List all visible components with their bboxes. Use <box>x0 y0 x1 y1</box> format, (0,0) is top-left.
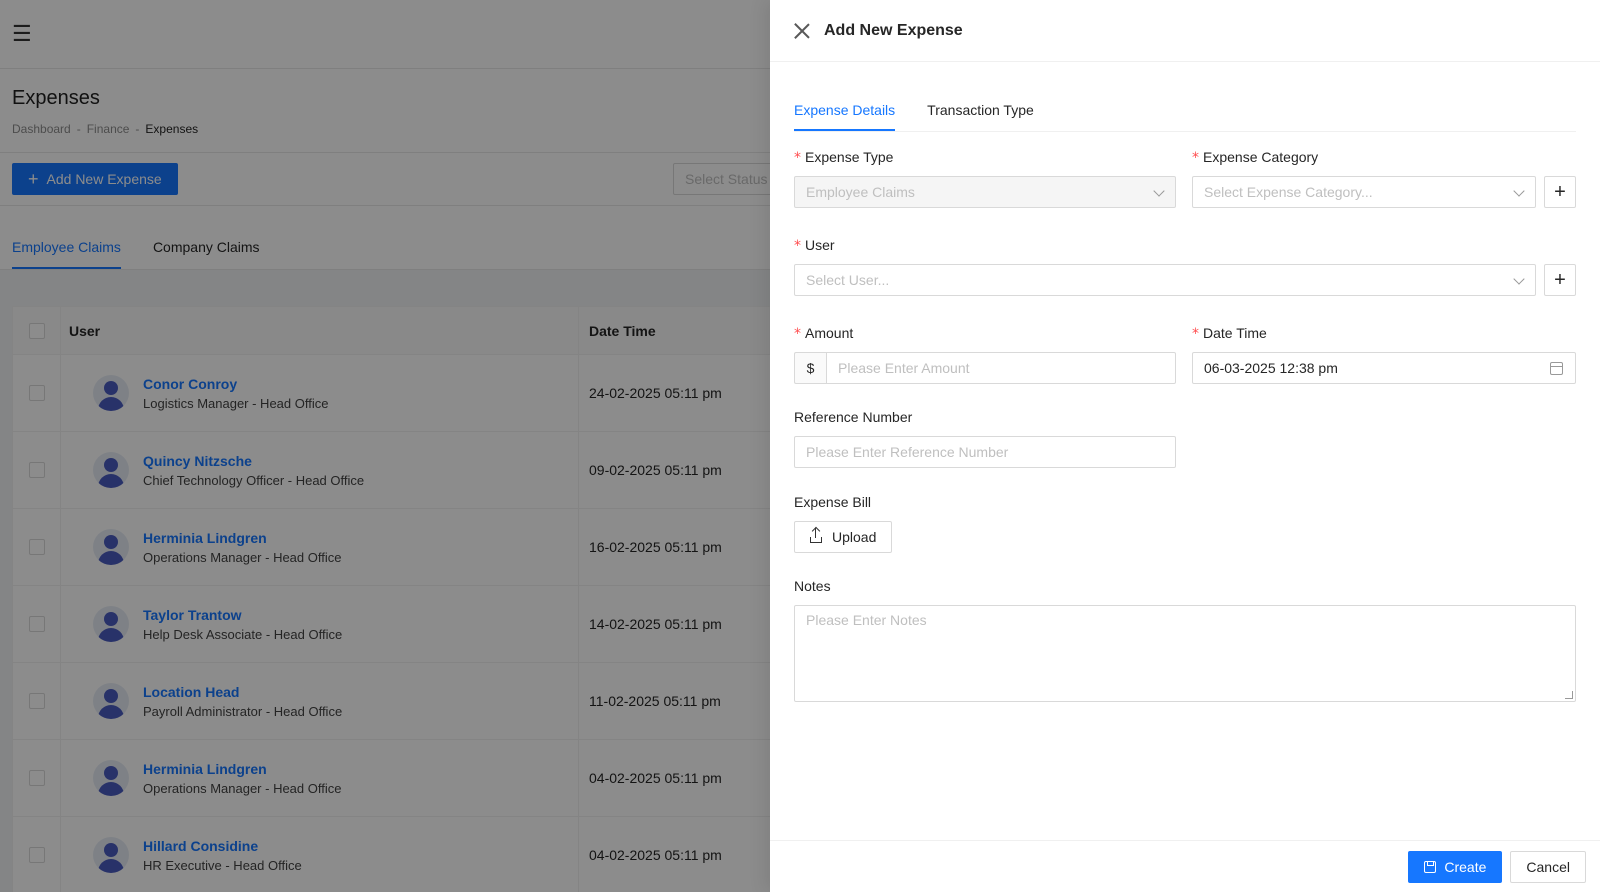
close-icon[interactable] <box>794 23 810 39</box>
expense-bill-label: Expense Bill <box>794 494 872 510</box>
amount-input[interactable]: Please Enter Amount <box>826 352 1176 384</box>
drawer-header: Add New Expense <box>770 0 1600 62</box>
date-time-field: * Date Time 06-03-2025 12:38 pm <box>1192 322 1576 384</box>
plus-icon: + <box>1554 180 1566 203</box>
upload-button[interactable]: Upload <box>794 521 893 553</box>
date-time-label: * Date Time <box>1192 325 1267 342</box>
amount-label: * Amount <box>794 325 854 342</box>
reference-number-field: Reference Number Please Enter Reference … <box>794 406 1176 468</box>
amount-field: * Amount $ Please Enter Amount <box>794 322 1176 384</box>
drawer-title: Add New Expense <box>824 21 963 39</box>
expense-category-select[interactable]: Select Expense Category... <box>1192 176 1536 208</box>
date-time-picker[interactable]: 06-03-2025 12:38 pm <box>1192 352 1576 384</box>
form-tabs: Expense Details Transaction Type <box>794 62 1576 132</box>
expense-type-field: * Expense Type Employee Claims <box>794 146 1176 208</box>
drawer-footer: Create Cancel <box>770 840 1600 892</box>
notes-field: Notes Please Enter Notes <box>794 575 1576 702</box>
plus-icon: + <box>1554 268 1566 291</box>
expense-category-field: * Expense Category Select Expense Categor… <box>1192 146 1536 208</box>
currency-prefix: $ <box>794 352 826 384</box>
chevron-down-icon <box>1513 273 1525 285</box>
notes-textarea[interactable]: Please Enter Notes <box>794 605 1576 702</box>
resize-handle-icon[interactable] <box>1565 691 1573 699</box>
user-field: * User Select User... <box>794 234 1536 296</box>
cancel-button[interactable]: Cancel <box>1510 850 1586 883</box>
drawer-body: Expense Details Transaction Type <box>770 62 1600 132</box>
expense-category-label: * Expense Category <box>1192 149 1319 166</box>
notes-label: Notes <box>794 578 831 594</box>
save-icon <box>1424 860 1437 873</box>
add-user-button[interactable]: + <box>1544 264 1576 296</box>
user-label: * User <box>794 237 835 254</box>
expense-type-select[interactable]: Employee Claims <box>794 176 1176 208</box>
reference-number-input[interactable]: Please Enter Reference Number <box>794 436 1176 468</box>
tab-transaction-type[interactable]: Transaction Type <box>927 102 1034 131</box>
reference-number-label: Reference Number <box>794 409 913 425</box>
chevron-down-icon <box>1153 185 1165 197</box>
user-select[interactable]: Select User... <box>794 264 1536 296</box>
add-expense-category-button[interactable]: + <box>1544 176 1576 208</box>
upload-icon <box>810 528 822 543</box>
add-expense-drawer: Add New Expense Expense Details Transact… <box>770 0 1600 892</box>
amount-input-group: $ Please Enter Amount <box>794 352 1176 384</box>
tab-expense-details[interactable]: Expense Details <box>794 102 896 131</box>
expense-type-label: * Expense Type <box>794 149 894 166</box>
create-button[interactable]: Create <box>1408 850 1503 883</box>
expense-bill-field: Expense Bill Upload <box>794 491 1176 553</box>
calendar-icon <box>1550 362 1563 375</box>
chevron-down-icon <box>1513 185 1525 197</box>
